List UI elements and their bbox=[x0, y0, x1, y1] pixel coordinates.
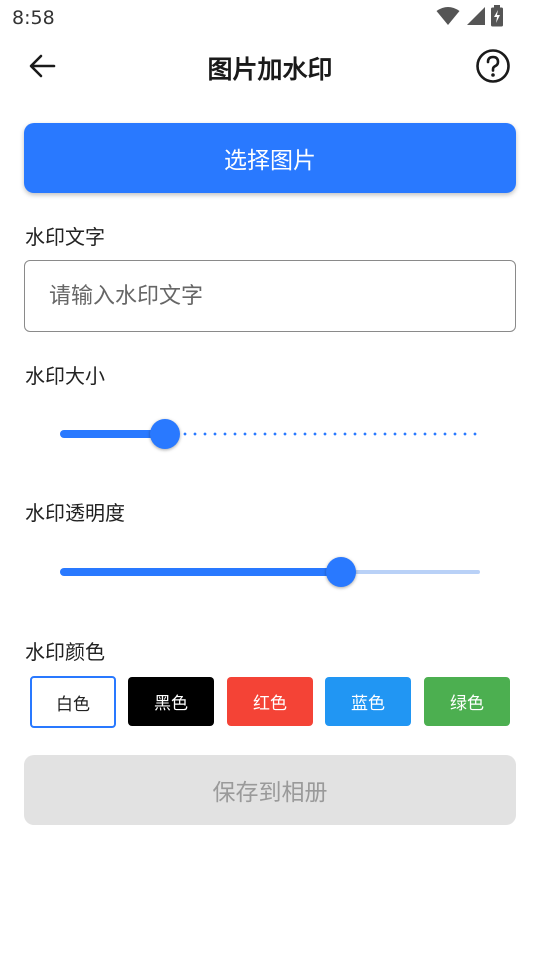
color-chip-blue[interactable]: 蓝色 bbox=[325, 677, 411, 726]
watermark-opacity-slider[interactable] bbox=[60, 552, 480, 592]
status-icons bbox=[436, 5, 504, 31]
status-bar: 8:58 bbox=[0, 0, 540, 36]
wifi-icon bbox=[436, 6, 460, 30]
slider-thumb[interactable] bbox=[150, 419, 180, 449]
color-chip-black[interactable]: 黑色 bbox=[128, 677, 214, 726]
select-image-button[interactable]: 选择图片 bbox=[24, 123, 516, 193]
color-chip-green[interactable]: 绿色 bbox=[424, 677, 510, 726]
cellular-signal-icon bbox=[464, 6, 486, 30]
help-circle-icon bbox=[475, 48, 511, 88]
slider-active-track bbox=[60, 568, 341, 576]
watermark-opacity-label: 水印透明度 bbox=[25, 501, 125, 525]
help-button[interactable] bbox=[474, 49, 512, 87]
color-options: 白色 黑色 红色 蓝色 绿色 bbox=[30, 676, 510, 728]
color-chip-white[interactable]: 白色 bbox=[30, 676, 116, 728]
watermark-color-label: 水印颜色 bbox=[25, 640, 105, 664]
save-to-album-button[interactable]: 保存到相册 bbox=[24, 755, 516, 825]
watermark-text-input[interactable] bbox=[24, 260, 516, 332]
battery-charging-icon bbox=[490, 5, 504, 31]
watermark-size-label: 水印大小 bbox=[25, 364, 105, 388]
slider-thumb[interactable] bbox=[326, 557, 356, 587]
status-time: 8:58 bbox=[12, 7, 55, 29]
app-bar: 图片加水印 bbox=[0, 36, 540, 100]
watermark-size-slider[interactable] bbox=[60, 414, 480, 454]
watermark-text-label: 水印文字 bbox=[25, 225, 105, 249]
color-chip-red[interactable]: 红色 bbox=[227, 677, 313, 726]
page-title: 图片加水印 bbox=[207, 55, 333, 84]
